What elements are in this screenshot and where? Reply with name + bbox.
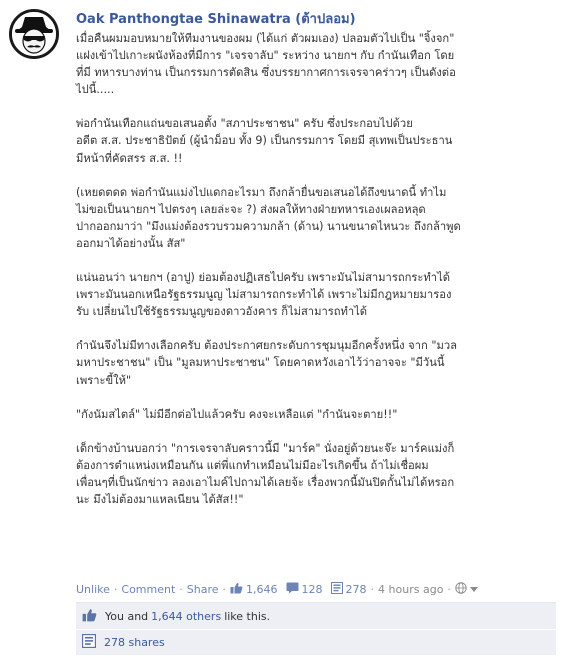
comments-count-link[interactable]: 128	[302, 583, 323, 596]
separator-dot: ·	[222, 583, 227, 596]
post-paragraph: เมื่อคืนผมมอบหมายให้ทีมงานของผม (ได้แก่ …	[76, 30, 556, 98]
shares-summary-link[interactable]: 278 shares	[104, 636, 165, 649]
likes-count-link[interactable]: 1,646	[246, 583, 278, 596]
post-text-line: แน่นอนว่า นายกฯ (อาปู) ย่อมต้องปฏิเสธไปค…	[76, 271, 450, 285]
chevron-down-icon[interactable]	[469, 583, 478, 596]
facebook-post: Oak Panthongtae Shinawatra (ต้าปลอม) เมื…	[0, 0, 565, 668]
post-text-line: กำนันจึงไม่มีทางเลือกครับ ต้องประกาศยกระ…	[76, 339, 457, 353]
avatar-image	[12, 12, 56, 56]
post-text-line: ปากออกมาว่า "มึงแม่งต้องรวบรวมความกล้า (…	[76, 219, 461, 233]
post-text-line: เพราะมันนอกเหนือรัฐธรรมนูญ ไม่สามารถกระท…	[76, 288, 452, 302]
post-text-line: ไปนี้.....	[76, 83, 115, 97]
likes-others-link[interactable]: 1,644 others	[151, 610, 221, 623]
likes-summary-suffix: like this.	[224, 609, 271, 623]
comment-link[interactable]: Comment	[121, 583, 175, 596]
shares-summary-row: 278 shares	[76, 629, 556, 655]
share-icon	[82, 634, 96, 651]
post-paragraph: เด็กข้างบ้านบอกว่า "การเจรจาลับคราวนี้มี…	[76, 440, 556, 508]
post-text-line: อดีต ส.ส. ประชาธิปัตย์ (ผู้นำม็อบ ทั้ง 9…	[76, 134, 453, 148]
post-text-line: "กังนัมสไตล์" ไม่มีอีกต่อไปแล้วครับ คงจะ…	[76, 407, 398, 421]
separator-dot: ·	[179, 583, 183, 596]
post-text-line: (เหยดตดด พ่อกำนันแม่งไปแดกอะไรมา ถึงกล้า…	[76, 185, 447, 199]
post-paragraph: แน่นอนว่า นายกฯ (อาปู) ย่อมต้องปฏิเสธไปค…	[76, 269, 556, 320]
thumbs-up-icon	[82, 608, 97, 625]
post-text-line: ออกมาได้อย่างนั้น สัส"	[76, 236, 186, 250]
post-paragraph: พ่อกำนันเทือกแถ่นขอเสนอตั้ง "สภาประชาชน"…	[76, 115, 556, 166]
post-paragraph: กำนันจึงไม่มีทางเลือกครับ ต้องประกาศยกระ…	[76, 337, 556, 388]
shares-count-link[interactable]: 278	[346, 583, 367, 596]
post-text-line: ไม่ขอเป็นนายกฯ ไปตรงๆ เลยล่ะจะ ?) ส่งผลใ…	[76, 202, 426, 216]
post-author-name[interactable]: Oak Panthongtae Shinawatra (ต้าปลอม)	[76, 8, 356, 29]
post-text-line: เพราะขี้ให้"	[76, 373, 132, 387]
post-text-line: แฝงเข้าไปเกาะผนังห้องที่มีการ "เจรจาลับ"…	[76, 49, 455, 63]
post-body: เมื่อคืนผมมอบหมายให้ทีมงานของผม (ได้แก่ …	[76, 30, 556, 525]
author-avatar[interactable]	[9, 9, 59, 59]
feedback-panel: You and 1,644 others like this. 278 shar…	[76, 602, 556, 655]
likes-summary-row: You and 1,644 others like this.	[76, 603, 556, 629]
post-text-line: ต้องการตำแหน่งเหมือนกัน แต่พี่แกทำเหมือน…	[76, 458, 429, 472]
thumbs-up-icon	[230, 582, 243, 597]
post-text-line: เมื่อคืนผมมอบหมายให้ทีมงานของผม (ได้แก่ …	[76, 32, 455, 45]
post-action-bar: Unlike · Comment · Share · 1,646 128 278…	[76, 582, 556, 597]
share-icon	[330, 582, 343, 597]
separator-dot: ·	[447, 583, 451, 596]
separator-dot: ·	[370, 583, 375, 596]
post-text-line: พ่อกำนันเทือกแถ่นขอเสนอตั้ง "สภาประชาชน"…	[76, 117, 413, 131]
share-link[interactable]: Share	[187, 583, 219, 596]
comment-icon	[286, 582, 299, 597]
likes-summary-prefix: You and	[105, 609, 149, 623]
post-timestamp[interactable]: 4 hours ago	[378, 583, 443, 596]
post-text-line: เพื่อนๆที่เป็นนักข่าว ลองเอาไมค์ไปถามได้…	[76, 475, 455, 489]
post-text-line: มีหน้าที่คัดสรร ส.ส. !!	[76, 151, 183, 165]
post-paragraph: "กังนัมสไตล์" ไม่มีอีกต่อไปแล้วครับ คงจะ…	[76, 406, 556, 423]
post-text-line: ที่มี ทหารบางท่าน เป็นกรรมการตัดสิน ซึ่ง…	[76, 66, 456, 80]
post-text-line: รับ เปลี่ยนไปใช้รัฐธรรมนูญของดาวอังคาร ก…	[76, 305, 368, 319]
post-text-line: เด็กข้างบ้านบอกว่า "การเจรจาลับคราวนี้มี…	[76, 441, 455, 455]
globe-icon[interactable]	[455, 582, 467, 597]
post-text-line: มหาประชาชน" เป็น "มูลมหาประชาชน" โดยคาดห…	[76, 356, 445, 370]
post-paragraph: (เหยดตดด พ่อกำนันแม่งไปแดกอะไรมา ถึงกล้า…	[76, 184, 556, 252]
unlike-link[interactable]: Unlike	[76, 583, 110, 596]
post-text-line: นะ มึงไม่ต้องมาแหลเนียน ได้สัส!!"	[76, 492, 244, 506]
separator-dot: ·	[113, 583, 118, 596]
